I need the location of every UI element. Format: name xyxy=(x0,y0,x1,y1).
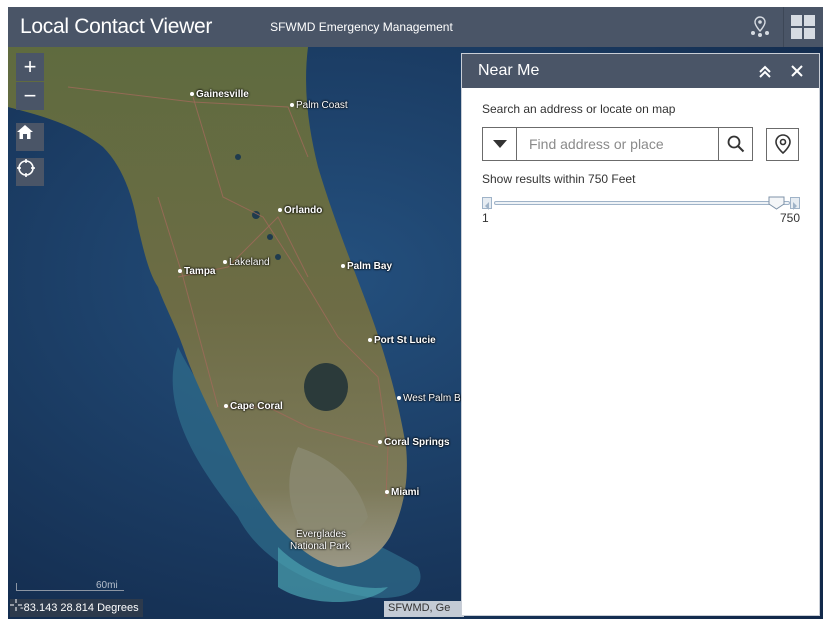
map-label: Everglades xyxy=(296,529,347,540)
app-frame: Local Contact Viewer SFWMD Emergency Man… xyxy=(8,7,823,619)
map-label: Lakeland xyxy=(223,257,270,268)
map-label: Palm Bay xyxy=(341,261,392,272)
locate-on-map-button[interactable] xyxy=(766,127,799,161)
search-source-dropdown[interactable] xyxy=(483,128,517,160)
map-label: Cape Coral xyxy=(224,401,283,412)
crosshair-small-icon xyxy=(10,599,22,611)
crosshair-icon xyxy=(17,159,35,177)
arrow-right-icon xyxy=(793,202,797,210)
map-pin-people-icon xyxy=(751,16,769,37)
slider-thumb[interactable] xyxy=(768,196,785,210)
slider-max-label: 750 xyxy=(779,211,800,225)
my-location-button[interactable] xyxy=(16,158,44,186)
near-me-header-button[interactable] xyxy=(741,7,779,47)
near-me-panel: Near Me Search an address or locate on m… xyxy=(461,53,820,616)
search-input[interactable] xyxy=(517,128,719,160)
coordinate-readout: -83.143 28.814 Degrees xyxy=(20,602,139,614)
home-icon xyxy=(17,125,33,139)
map-label: Gainesville xyxy=(190,89,249,100)
scale-label: 60mi xyxy=(96,580,118,591)
map-label: Palm Coast xyxy=(290,100,348,111)
search-radius-slider[interactable] xyxy=(482,196,800,210)
close-panel-button[interactable] xyxy=(783,54,811,88)
grid-icon xyxy=(790,15,815,39)
caret-down-icon xyxy=(492,140,507,148)
slider-track[interactable] xyxy=(494,201,790,205)
map-attribution[interactable]: SFWMD, Ge xyxy=(384,601,464,617)
widget-menu-button[interactable] xyxy=(783,7,821,47)
map-label: Port St Lucie xyxy=(368,335,436,346)
panel-title: Near Me xyxy=(478,62,540,79)
search-radius-text: Show results within 750 Feet xyxy=(482,172,636,186)
app-title: Local Contact Viewer xyxy=(20,15,213,38)
map-label: Orlando xyxy=(278,205,322,216)
map-label: Tampa xyxy=(178,266,216,277)
close-icon xyxy=(791,65,803,77)
collapse-panel-button[interactable] xyxy=(751,54,779,88)
slider-min-label: 1 xyxy=(482,211,489,225)
home-button[interactable] xyxy=(16,123,44,151)
map-label: Miami xyxy=(385,487,419,498)
double-chevron-up-icon xyxy=(759,65,771,78)
coordinate-widget[interactable]: -83.143 28.814 Degrees xyxy=(10,599,143,617)
slider-decrement-button[interactable] xyxy=(482,197,492,210)
search-box xyxy=(482,127,754,161)
search-button[interactable] xyxy=(718,128,752,160)
zoom-in-button[interactable]: + xyxy=(16,53,44,81)
app-subtitle: SFWMD Emergency Management xyxy=(270,20,453,34)
search-icon xyxy=(727,135,744,153)
panel-header: Near Me xyxy=(462,54,819,88)
app-header: Local Contact Viewer SFWMD Emergency Man… xyxy=(8,7,823,47)
slider-increment-button[interactable] xyxy=(790,197,800,210)
zoom-out-button[interactable]: − xyxy=(16,82,44,110)
search-help-text: Search an address or locate on map xyxy=(482,102,676,116)
arrow-left-icon xyxy=(485,202,489,210)
map-label: Coral Springs xyxy=(378,437,450,448)
map-pin-icon xyxy=(774,134,791,154)
map-label: West Palm Be xyxy=(397,393,466,404)
map-label: National Park xyxy=(290,541,351,552)
